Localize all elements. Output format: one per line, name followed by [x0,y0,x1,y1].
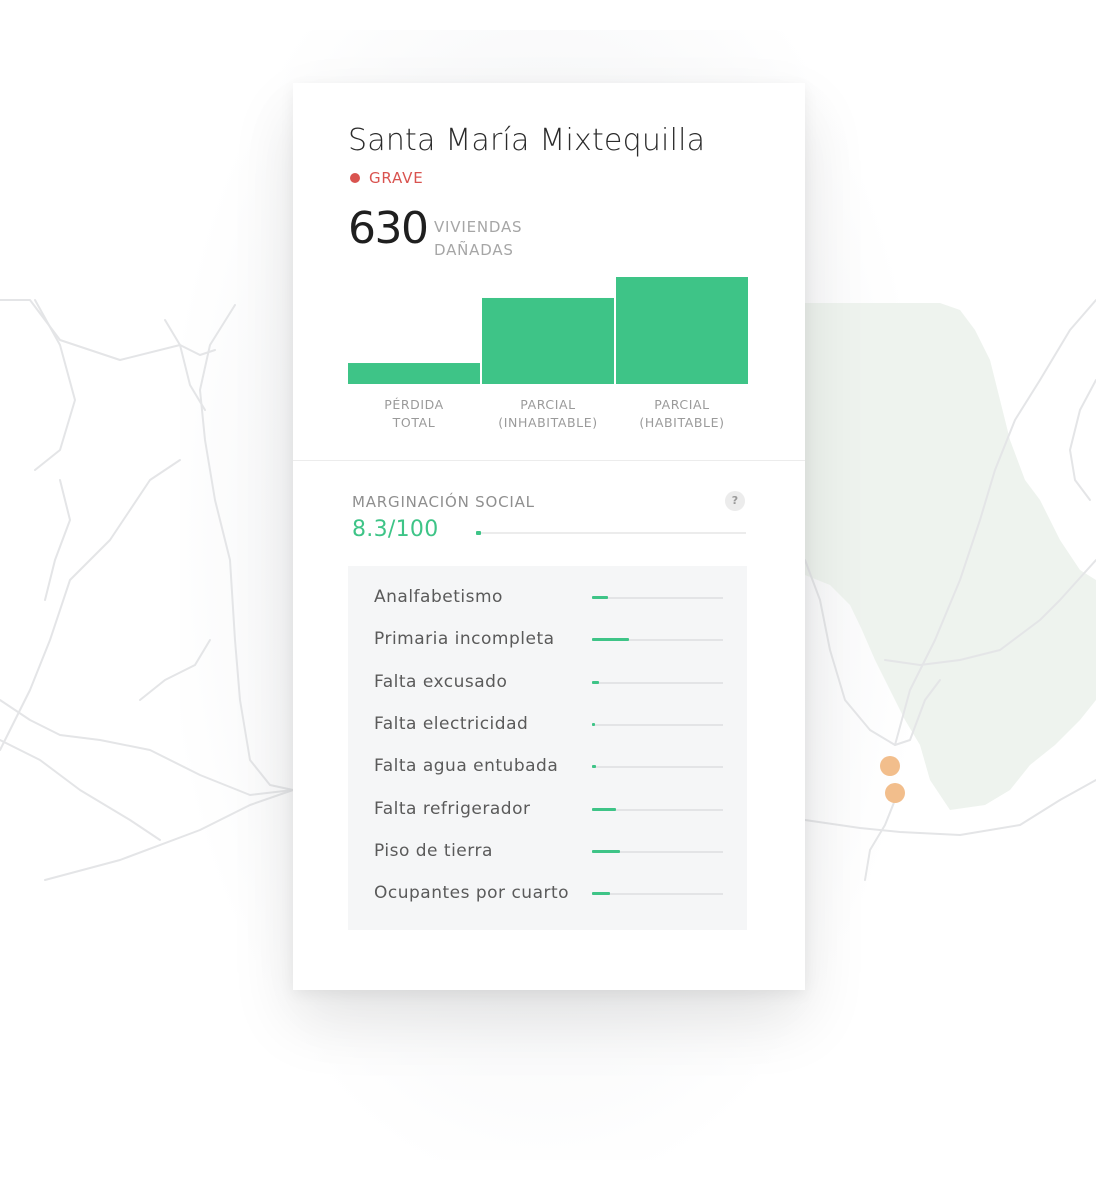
indicator-label: Falta agua entubada [374,756,559,777]
indicator-row: Falta refrigerador [348,797,747,821]
indicator-bar-fill [592,638,629,642]
indicator-list: Analfabetismo Primaria incompleta Falta ex… [348,566,747,930]
map-marker[interactable] [880,756,900,776]
indicator-label: Falta electricidad [374,713,529,734]
bar-label-2-line-1: PARCIAL [520,397,575,412]
location-card: Santa María Mixtequilla GRAVE 630 VIVIEN… [293,83,805,990]
indicator-bar-fill [592,596,608,599]
indicator-bar [592,892,723,896]
indicator-bar-fill [592,680,599,684]
indicator-row: Falta excusado [348,670,747,694]
indicator-bar [592,680,723,684]
severity-dot-icon [350,173,360,183]
indicator-label: Falta excusado [374,671,508,692]
bar-3[interactable] [616,277,748,384]
indicator-bar [592,596,723,599]
indicator-row: Falta electricidad [348,712,747,736]
map-marker[interactable] [885,783,905,803]
indicator-row: Analfabetismo [348,585,747,609]
indicator-bar-fill [592,807,616,811]
indicator-bar [592,807,723,811]
indicator-bar [592,849,723,853]
indicator-label: Piso de tierra [374,840,493,861]
damaged-homes-label-line2: DAÑADAS [434,241,514,259]
bar-label-3-line-1: PARCIAL [654,397,709,412]
indicator-label: Falta refrigerador [374,798,531,819]
indicator-bar-fill [592,892,611,896]
bar-label-1-line-1: PÉRDIDA [384,397,444,412]
map-region[interactable] [805,303,1096,810]
section-divider [293,460,805,461]
bar-label-1-line-2: TOTAL [392,415,436,430]
help-icon[interactable]: ? [725,491,745,511]
severity-label: GRAVE [369,169,424,187]
marginacion-score-fill [476,531,481,535]
indicator-label: Analfabetismo [374,587,503,607]
indicator-label: Ocupantes por cuarto [374,883,570,904]
indicator-row: Piso de tierra [348,839,747,863]
bar-label-2-line-2: (INHABITABLE) [498,415,597,430]
indicator-bar-fill [592,849,620,853]
indicator-row: Primaria incompleta [348,627,747,651]
location-title: Santa María Mixtequilla [348,123,706,158]
damaged-homes-count: 630 [348,203,429,254]
marginacion-score-bar [476,531,746,535]
indicator-bar [592,765,723,769]
bar-2[interactable] [482,297,614,384]
damaged-homes-label-line1: VIVIENDAS [434,218,523,236]
indicator-label: Primaria incompleta [374,629,555,650]
bar-label-3-line-2: (HABITABLE) [639,415,724,430]
marginacion-title: MARGINACIÓN SOCIAL [352,493,535,511]
severity-badge: GRAVE [350,169,423,187]
damage-bar-chart: PÉRDIDA TOTAL PARCIAL (INHABITABLE) PARCIAL (… [348,277,748,430]
marginacion-score: 8.3/100 [352,517,439,542]
damaged-homes-label: VIVIENDAS DAÑADAS [434,216,522,262]
indicator-bar [592,638,723,642]
indicator-bar-fill [592,765,596,769]
indicator-bar-fill [592,722,595,726]
indicator-row: Falta agua entubada [348,754,747,778]
indicator-bar [592,722,723,726]
bar-1[interactable] [348,363,480,384]
indicator-row: Ocupantes por cuarto [348,881,747,905]
